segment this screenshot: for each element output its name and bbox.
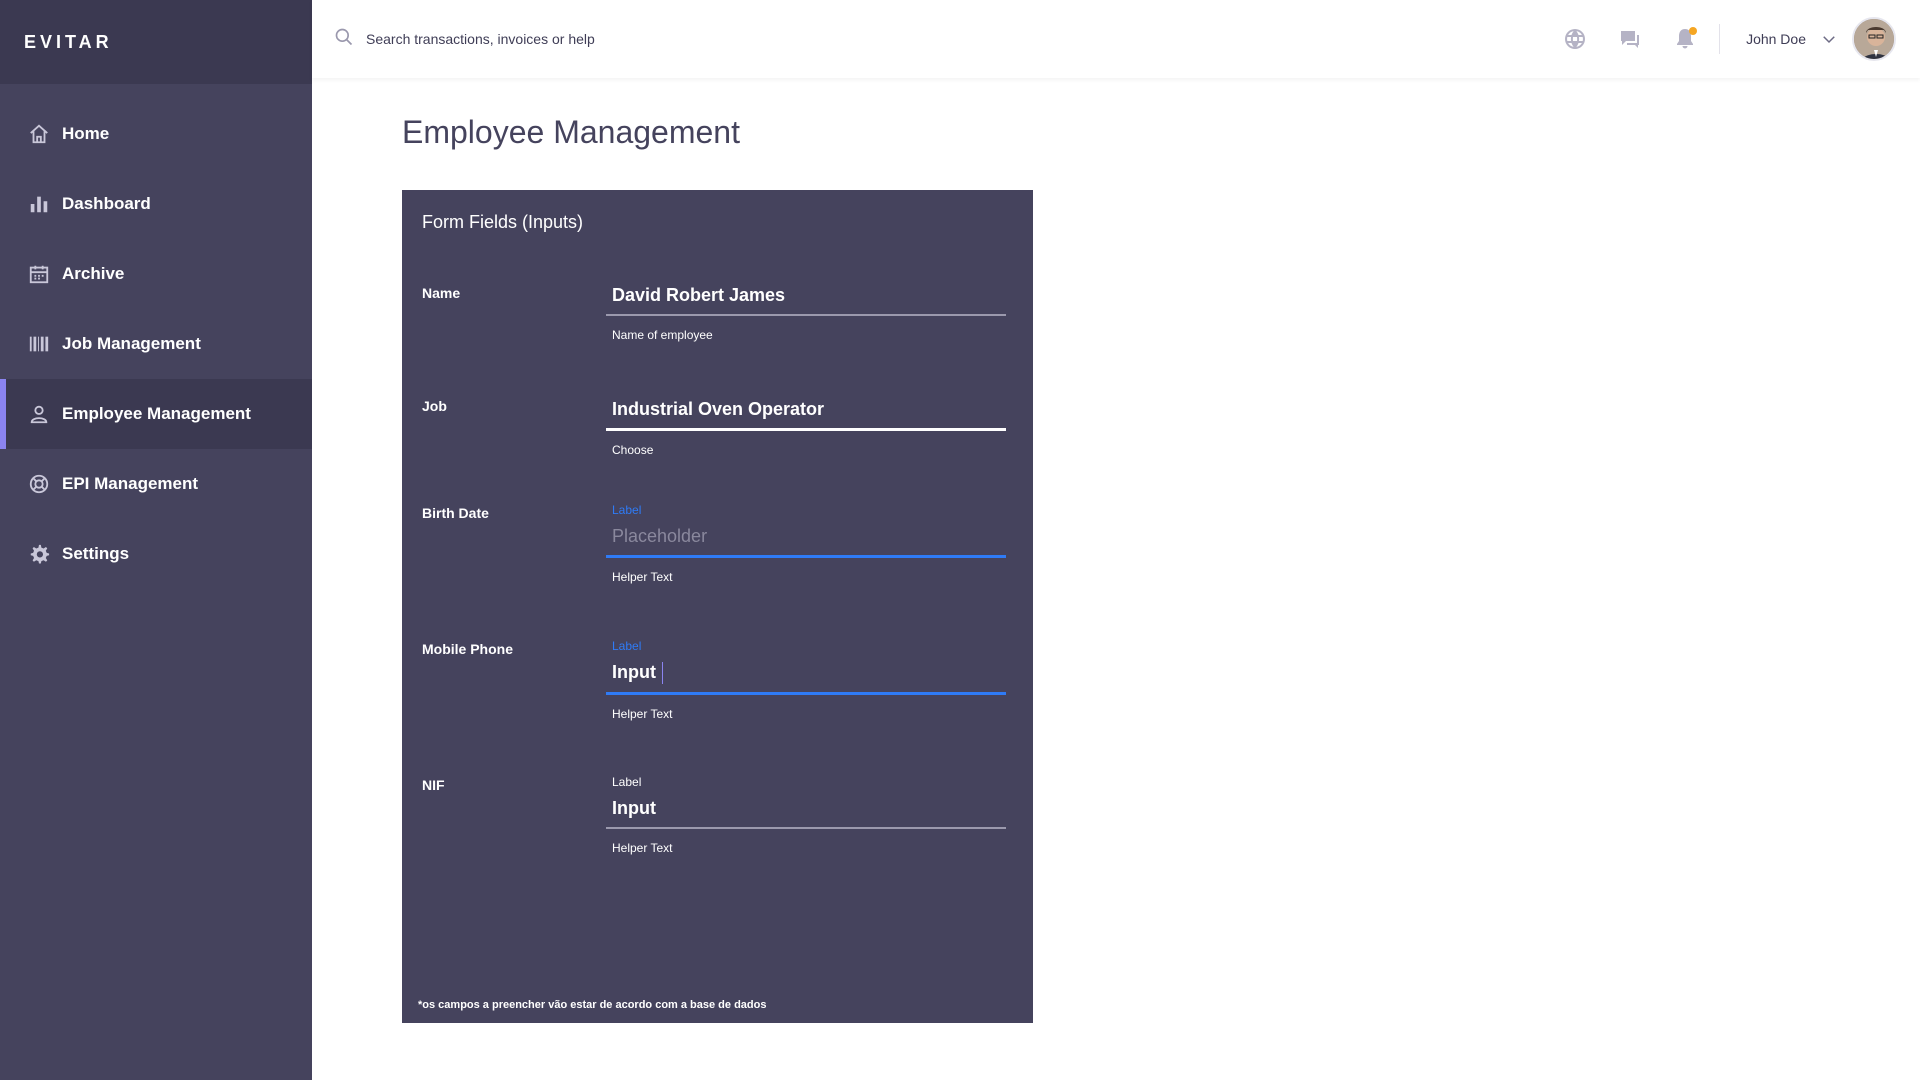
birth-date-helper-text: Helper Text [612,570,673,584]
lifebuoy-icon [28,473,50,495]
sidebar-item-label: Employee Management [62,404,251,423]
avatar[interactable] [1852,17,1896,61]
notification-badge [1689,27,1698,35]
birth-date-label: Label [612,503,642,517]
page-title: Employee Management [402,114,740,150]
sidebar-item-label: EPI Management [62,474,199,493]
top-right-actions: John Doe [1532,0,1896,78]
sidebar-item-dashboard[interactable]: Dashboard [0,169,312,239]
mobile-phone-label: Label [612,639,642,653]
sidebar-item-label: Dashboard [62,194,151,213]
bell-icon[interactable] [1673,27,1698,51]
home-icon [28,123,50,145]
sidebar-item-employee-management[interactable]: Employee Management [0,379,312,449]
sidebar-item-label: Home [62,124,110,143]
name-input[interactable] [606,277,1006,316]
name-field: Name of employee [606,277,1006,342]
birth-date-input[interactable] [606,518,1006,558]
gear-icon [28,543,50,565]
sidebar-item-archive[interactable]: Archive [0,239,312,309]
mobile-phone-row-label: Mobile Phone [422,641,513,657]
nif-input[interactable] [606,790,1006,829]
barcode-icon [28,333,50,355]
sidebar-nav: Home Dashboard Archive Job Management Em… [0,99,312,589]
sidebar-item-job-management[interactable]: Job Management [0,309,312,379]
sidebar: EVITAR Home Dashboard Archive Job Manage… [0,0,312,1080]
sidebar-item-home[interactable]: Home [0,99,312,169]
user-name[interactable]: John Doe [1746,31,1806,47]
birth-date-field: Label Helper Text [606,502,1006,584]
name-helper-text: Name of employee [612,328,713,342]
sidebar-item-label: Settings [62,544,130,563]
mobile-phone-value: Input [612,662,656,682]
sidebar-item-settings[interactable]: Settings [0,519,312,589]
chevron-down-icon[interactable] [1820,30,1838,48]
name-row-label: Name [422,285,461,301]
globe-icon[interactable] [1563,27,1587,51]
form-card: Form Fields (Inputs) Name Name of employ… [402,190,1033,1023]
job-input[interactable] [606,391,1006,431]
mobile-phone-input[interactable]: Input [606,654,1006,696]
brand-logo[interactable]: EVITAR [0,0,312,84]
nif-field: Label Helper Text [606,774,1006,855]
search-bar [334,27,834,52]
top-bar: John Doe [312,0,1920,78]
chat-icon[interactable] [1618,27,1642,51]
nif-label: Label [612,775,642,789]
search-icon[interactable] [334,27,366,52]
birth-date-row-label: Birth Date [422,505,489,521]
nif-row-label: NIF [422,777,445,793]
sidebar-item-label: Archive [62,264,125,283]
header-divider [1719,24,1721,54]
calendar-icon [28,263,50,285]
job-field: Choose [606,391,1006,457]
mobile-phone-field: Label Input Helper Text [606,638,1006,721]
job-helper-text: Choose [612,443,654,457]
footnote: *os campos a preencher vão estar de acor… [418,999,767,1011]
text-caret [661,662,663,685]
brand-name: EVITAR [24,31,113,52]
bar-chart-icon [28,193,50,215]
mobile-phone-helper-text: Helper Text [612,707,673,722]
nif-helper-text: Helper Text [612,841,673,855]
user-icon [28,403,50,425]
job-row-label: Job [422,398,447,414]
sidebar-item-epi-management[interactable]: EPI Management [0,449,312,519]
search-input[interactable] [366,31,786,47]
sidebar-item-label: Job Management [62,334,201,353]
card-title: Form Fields (Inputs) [422,212,584,232]
